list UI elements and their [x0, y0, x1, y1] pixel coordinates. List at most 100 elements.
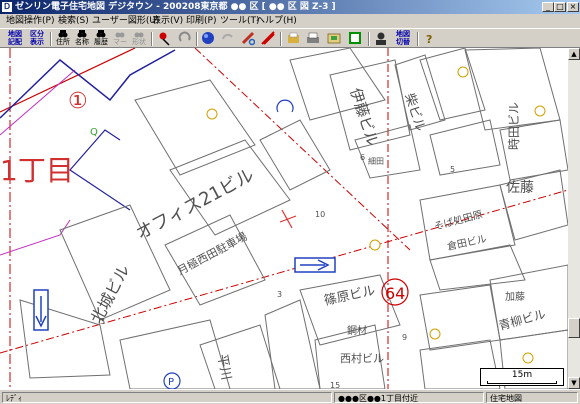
app-icon[interactable]: Ｄ [2, 2, 12, 12]
map-switch-button[interactable]: 地図 切替 [392, 30, 414, 47]
hydrant-icon [206, 108, 218, 120]
search-name-button[interactable]: 名称 [73, 30, 91, 47]
hydrant-icon [429, 328, 441, 340]
num-10: 10 [315, 210, 325, 219]
arrow-up-icon: ▲ [571, 50, 577, 58]
pin-icon[interactable] [158, 31, 172, 46]
maximize-button[interactable]: □ [554, 2, 566, 12]
tokita-label: 時田ビル [507, 102, 521, 150]
q-marker: Q [90, 127, 98, 138]
mark-button[interactable]: マーク [111, 30, 129, 54]
num-9: 9 [402, 333, 407, 342]
close-button[interactable]: × [567, 2, 579, 12]
maximize-icon: □ [556, 2, 564, 11]
search-name-label: 名称 [75, 38, 89, 46]
num-5: 5 [450, 165, 455, 174]
map-switch-label-bottom: 切替 [396, 38, 410, 46]
toolbar-separator [280, 32, 282, 46]
map-switch-label-top: 地図 [396, 30, 410, 38]
scroll-up-button[interactable]: ▲ [568, 48, 580, 60]
search-history-label: 履歴 [94, 38, 108, 46]
circle-64-label: 64 [385, 284, 405, 303]
map-drawing: ① 1丁目 オフィス21ビル 北城ビル 月極西田駐車場 64 伊藤ビル 細田 柴… [0, 48, 568, 389]
district-label-top: 区分 [30, 30, 44, 38]
minimize-button[interactable]: _ [542, 2, 554, 12]
title-bar: Ｄ ゼンリン電子住宅地図 デジタウン - 200208東京都 ●● 区 [ ●●… [0, 0, 580, 14]
hydrant-icon [522, 352, 534, 364]
binoculars-icon [115, 32, 125, 38]
draw-icon[interactable] [241, 31, 255, 46]
map-record-label-bottom: 記配 [8, 38, 22, 46]
frame-icon[interactable] [348, 31, 362, 46]
num-6: 6 [360, 153, 365, 162]
status-mode: 住宅地図 [486, 392, 578, 403]
one-way-arrow-icon [294, 257, 336, 273]
scale-indicator: 15m [480, 368, 564, 386]
menu-help[interactable]: ヘルプ(H) [256, 15, 297, 27]
menu-user-shape[interactable]: ユーザー図形(U) [92, 15, 159, 27]
menu-print[interactable]: 印刷(P) [186, 15, 216, 27]
map-canvas[interactable]: ① 1丁目 オフィス21ビル 北城ビル 月極西田駐車場 64 伊藤ビル 細田 柴… [0, 48, 568, 389]
shape-label: 形状 [132, 38, 146, 46]
menu-view[interactable]: 表示(V) [152, 15, 183, 27]
map-record-button[interactable]: 地図 記配 [4, 30, 26, 47]
globe-icon[interactable] [201, 31, 215, 46]
status-location: ●●●区●●1丁目付近 [334, 392, 484, 403]
menu-bar: 地図操作(P) 検索(S) ユーザー図形(U) 表示(V) 印刷(P) ツール(… [0, 14, 580, 28]
svg-text:?: ? [426, 33, 432, 46]
scroll-down-button[interactable]: ▼ [568, 377, 580, 389]
hosoda-label: 細田 [368, 156, 384, 166]
menu-search[interactable]: 検索(S) [58, 15, 89, 27]
binoculars-icon [134, 32, 144, 38]
clip-icon[interactable] [287, 31, 301, 46]
num-3a: 3 [100, 317, 105, 326]
num-15: 15 [330, 381, 340, 389]
toolbar-separator [417, 32, 419, 46]
search-history-button[interactable]: 履歴 [92, 30, 110, 47]
close-icon: × [569, 2, 577, 11]
printer-icon[interactable] [306, 31, 320, 46]
measure-icon[interactable] [261, 31, 275, 46]
scale-bar [487, 381, 557, 384]
user-icon[interactable] [374, 31, 388, 46]
kenbo-label: 佐藤 [506, 180, 534, 196]
menu-map-operation[interactable]: 地図操作(P) [6, 15, 54, 27]
status-bar: ﾚﾃﾞｨ ●●●区●●1丁目付近 住宅地図 [0, 389, 580, 404]
scale-label: 15m [511, 370, 533, 380]
hydrant-icon [369, 239, 381, 251]
help-icon[interactable]: ? [422, 31, 436, 46]
toolbar-separator [151, 32, 153, 46]
search-address-label: 住所 [56, 38, 70, 46]
minimize-icon: _ [546, 2, 550, 11]
binoculars-icon [58, 30, 68, 38]
hydrant-icon [457, 66, 469, 78]
search-address-button[interactable]: 住所 [54, 30, 72, 47]
one-way-arrow-icon [33, 289, 49, 331]
toolbar: 地図 記配 区分 表示 住所 名称 履歴 マーク 形状 地図 切替 ? [0, 28, 580, 54]
window-title: ゼンリン電子住宅地図 デジタウン - 200208東京都 ●● 区 [ ●● 区… [15, 2, 336, 12]
map-record-label-top: 地図 [8, 30, 22, 38]
status-ready: ﾚﾃﾞｨ [2, 392, 332, 403]
toolbar-separator [50, 32, 52, 46]
scroll-thumb[interactable] [568, 318, 580, 338]
undo-icon[interactable] [220, 31, 234, 46]
toolbar-separator [196, 32, 198, 46]
binoculars-icon [96, 30, 106, 38]
rotate-icon[interactable] [178, 31, 192, 46]
vertical-scrollbar[interactable]: ▲ ▼ [568, 48, 580, 389]
menu-tools[interactable]: ツール(T) [220, 15, 260, 27]
hydrant-icon [534, 105, 546, 117]
arrow-down-icon: ▼ [571, 379, 577, 387]
kato-label: 加藤 [505, 291, 525, 303]
shape-button[interactable]: 形状 [130, 30, 148, 47]
district-display-button[interactable]: 区分 表示 [26, 30, 48, 47]
seiyu-label: 鋼材 [347, 324, 367, 337]
export-icon[interactable] [327, 31, 341, 46]
toolbar-separator [368, 32, 370, 46]
num-3b: 3 [277, 290, 282, 299]
circle-1-label: ① [68, 89, 88, 114]
svg-text:P: P [168, 377, 174, 388]
nishi-label: 西村ビル [340, 351, 384, 365]
binoculars-icon [77, 30, 87, 38]
district-label-bottom: 表示 [30, 38, 44, 46]
